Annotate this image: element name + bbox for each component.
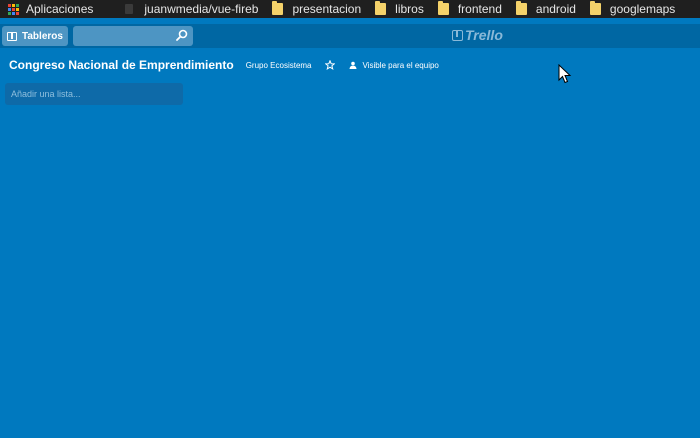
bookmark-folder[interactable]: libros [375, 0, 424, 18]
bookmark-label: juanwmedia/vue-fireb [144, 2, 259, 16]
board-team-link[interactable]: Grupo Ecosistema [246, 61, 312, 70]
bookmark-folder[interactable]: googlemaps [589, 0, 676, 18]
trello-logo-text: Trello [465, 27, 503, 43]
bookmark-label: presentacion [292, 2, 362, 16]
trello-header: Tableros Trello [0, 24, 700, 48]
trello-logo-icon [452, 29, 463, 41]
folder-icon [272, 1, 284, 15]
boards-button-label: Tableros [22, 30, 63, 42]
star-icon[interactable] [324, 60, 335, 70]
bookmark-folder[interactable]: frontend [437, 0, 502, 18]
team-icon [349, 61, 357, 69]
folder-icon [515, 1, 527, 15]
page-icon [125, 4, 134, 14]
mouse-cursor-icon [558, 64, 572, 84]
folder-icon [375, 1, 387, 15]
search-input[interactable] [73, 26, 193, 47]
search-icon[interactable] [176, 29, 188, 41]
visibility-button[interactable]: Visible para el equipo [349, 61, 439, 70]
folder-icon [589, 1, 601, 15]
bookmark-label: libros [395, 2, 424, 16]
boards-button[interactable]: Tableros [2, 26, 68, 46]
bookmark-apps[interactable]: Aplicaciones [0, 0, 93, 18]
bookmark-folder[interactable]: presentacion [272, 0, 361, 18]
board-header: Congreso Nacional de Emprendimiento Grup… [0, 55, 700, 75]
bookmark-label: android [535, 2, 576, 16]
bookmark-label: frontend [457, 2, 502, 16]
bookmarks-bar: Aplicaciones juanwmedia/vue-fireb presen… [0, 0, 700, 18]
folder-icon [437, 1, 449, 15]
apps-grid-icon [8, 3, 19, 15]
visibility-label: Visible para el equipo [362, 60, 439, 70]
board-title[interactable]: Congreso Nacional de Emprendimiento [9, 58, 234, 72]
bookmark-apps-label: Aplicaciones [26, 2, 94, 16]
trello-logo[interactable]: Trello [452, 27, 503, 43]
boards-icon [7, 31, 17, 41]
search-box[interactable] [73, 26, 193, 47]
bookmark-item[interactable]: juanwmedia/vue-fireb [125, 0, 258, 18]
bookmark-label: googlemaps [609, 2, 676, 16]
add-list-button[interactable]: Añadir una lista... [5, 83, 183, 105]
bookmark-folder[interactable]: android [515, 0, 576, 18]
